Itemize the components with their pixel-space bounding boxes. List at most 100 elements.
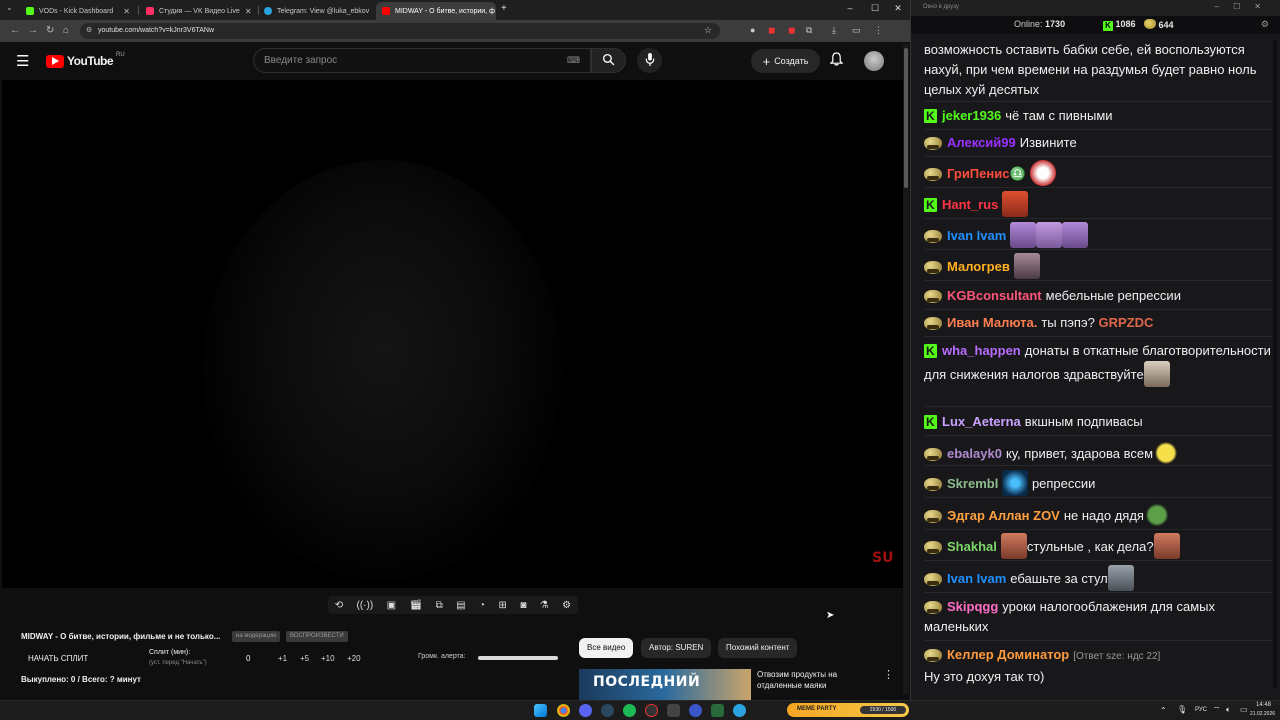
recommendation-title[interactable]: Отвозим продукты на отдаленные маяки: [757, 669, 877, 691]
close-tab-icon[interactable]: ✕: [245, 7, 252, 16]
username[interactable]: Алексий99: [947, 135, 1016, 150]
clapper-icon[interactable]: 🎬︎: [409, 600, 422, 611]
media-player-icon[interactable]: [689, 704, 702, 717]
back-icon[interactable]: ←: [10, 25, 20, 36]
username[interactable]: Ivan Ivam: [947, 228, 1006, 243]
more-options-icon[interactable]: ⋮: [883, 668, 894, 681]
menu-icon[interactable]: ☰: [16, 52, 29, 70]
chat-scrollbar[interactable]: [1273, 40, 1277, 688]
close-tab-icon[interactable]: ✕: [123, 7, 130, 16]
step-plus-20-button[interactable]: +20: [347, 654, 361, 663]
split-view-icon[interactable]: ▭: [852, 25, 861, 36]
discord-icon[interactable]: [579, 704, 592, 717]
chat-window-controls[interactable]: –☐✕: [1215, 2, 1275, 11]
browser-menu-icon[interactable]: ⋮: [874, 25, 883, 36]
step-plus-10-button[interactable]: +10: [321, 654, 335, 663]
maximize-icon[interactable]: ☐: [865, 3, 885, 14]
gear-icon[interactable]: ⚙: [1261, 19, 1269, 30]
username[interactable]: Ivan Ivam: [947, 571, 1006, 586]
forward-icon[interactable]: →: [28, 25, 38, 36]
subtitles-icon[interactable]: ▤: [456, 600, 465, 611]
bell-icon[interactable]: [829, 52, 844, 69]
username[interactable]: Hant_rus: [942, 197, 998, 212]
create-button[interactable]: + Создать: [751, 49, 820, 73]
speed-icon[interactable]: ◔: [479, 600, 485, 611]
step-plus-1-button[interactable]: +1: [278, 654, 287, 663]
split-value[interactable]: 0: [246, 654, 250, 663]
tab-search-icon[interactable]: ⌄: [6, 3, 13, 12]
telegram-icon[interactable]: [733, 704, 746, 717]
chip-all-videos[interactable]: Все видео: [579, 638, 634, 658]
url-field[interactable]: ⚙ youtube.com/watch?v=kJnr3V6TANw ☆: [80, 23, 720, 39]
play-tag[interactable]: ВОСПРОИЗВЕСТИ: [286, 631, 348, 642]
username[interactable]: Иван Малюта.: [947, 315, 1037, 330]
username[interactable]: Skrembl: [947, 476, 998, 491]
tab-telegram[interactable]: Telegram: View @luka_ebkov ✕: [258, 2, 374, 20]
profile-circle-icon[interactable]: ●: [750, 25, 755, 35]
windows-start-icon[interactable]: [534, 704, 547, 717]
app-icon[interactable]: [711, 704, 724, 717]
microphone-tray-icon[interactable]: 🎙︎: [1177, 705, 1187, 714]
extension-icon[interactable]: ◼: [788, 25, 795, 36]
avatar[interactable]: [864, 51, 884, 71]
language-indicator[interactable]: РУС: [1195, 707, 1207, 713]
username[interactable]: KGBconsultant: [947, 288, 1042, 303]
bookmark-star-icon[interactable]: ☆: [704, 25, 712, 36]
close-window-icon[interactable]: ✕: [888, 3, 908, 14]
puzzle-extensions-icon[interactable]: ⧉: [806, 25, 812, 36]
volume-icon[interactable]: 🔈︎: [1226, 705, 1231, 715]
mentioned-user[interactable]: GRPZDC: [1098, 315, 1153, 330]
tab-youtube-midway[interactable]: MIDWAY - О битве, истории, ф ✕: [376, 2, 496, 20]
audio-wave-icon[interactable]: ((·)): [357, 600, 374, 611]
reply-reference[interactable]: [Ответ sze: ндс 22]: [1073, 651, 1160, 662]
add-clip-icon[interactable]: ⊞: [499, 600, 507, 611]
chip-similar[interactable]: Похожий контент: [718, 638, 798, 658]
clock-date[interactable]: 21.02.2026: [1250, 711, 1275, 717]
minimize-icon[interactable]: –: [840, 3, 860, 13]
username[interactable]: ГриПенис♎: [947, 166, 1026, 181]
download-icon[interactable]: ⤓: [832, 25, 836, 36]
start-split-button[interactable]: НАЧАТЬ СПЛИТ: [20, 652, 100, 666]
username[interactable]: Малогрев: [947, 259, 1010, 274]
tray-chevron-icon[interactable]: ⌃: [1160, 706, 1167, 715]
wifi-icon[interactable]: ⌔: [1213, 705, 1221, 715]
camera-icon[interactable]: ◙: [520, 600, 526, 611]
battery-icon[interactable]: ▭: [1240, 705, 1248, 714]
spotify-icon[interactable]: [623, 704, 636, 717]
tab-kick-vods[interactable]: VODs - Kick Dashboard ✕: [20, 2, 136, 20]
picture-in-picture-icon[interactable]: ⧉: [436, 600, 443, 611]
page-scrollbar-thumb[interactable]: [904, 48, 908, 188]
alert-volume-slider[interactable]: [478, 656, 558, 660]
youtube-logo[interactable]: YouTube RU: [46, 52, 125, 68]
voice-search-button[interactable]: [637, 48, 662, 73]
home-icon[interactable]: ⌂: [63, 25, 69, 36]
screen-settings-icon[interactable]: ▣: [387, 600, 396, 611]
extension-icon[interactable]: ◼: [768, 25, 775, 36]
username[interactable]: ebalayk0: [947, 446, 1002, 461]
search-button[interactable]: [591, 48, 626, 73]
step-plus-5-button[interactable]: +5: [300, 654, 309, 663]
search-input[interactable]: Введите запрос ⌨: [253, 48, 591, 73]
gear-icon[interactable]: ⚙: [562, 600, 571, 611]
new-tab-plus-icon[interactable]: +: [501, 3, 507, 14]
username[interactable]: Skipqgg: [947, 599, 998, 614]
tab-vk-studio[interactable]: Студия — VK Видео Live ✕: [140, 2, 256, 20]
obs-icon[interactable]: [645, 704, 658, 717]
username[interactable]: Lux_Aeterna: [942, 414, 1021, 429]
keyboard-icon[interactable]: ⌨: [567, 55, 580, 66]
username[interactable]: jeker1936: [942, 108, 1001, 123]
username[interactable]: wha_happen: [942, 343, 1021, 358]
video-player[interactable]: SU: [2, 80, 903, 588]
reload-icon[interactable]: ↻: [46, 25, 54, 36]
username[interactable]: Shakhal: [947, 539, 997, 554]
flask-icon[interactable]: ⚗: [540, 600, 549, 611]
clock-time[interactable]: 14:48: [1256, 702, 1271, 708]
username[interactable]: Келлер Доминатор: [947, 647, 1069, 662]
chrome-icon[interactable]: [557, 704, 570, 717]
site-info-icon[interactable]: ⚙: [86, 26, 92, 34]
loop-icon[interactable]: ⟲: [335, 600, 343, 611]
username[interactable]: Эдгар Аллан ZOV: [947, 508, 1060, 523]
chip-author[interactable]: Автор: SUREN: [641, 638, 712, 658]
moderation-tag[interactable]: на модерацию: [232, 631, 281, 642]
recommendation-thumbnail[interactable]: ПОСЛЕДНИЙ: [579, 669, 751, 700]
